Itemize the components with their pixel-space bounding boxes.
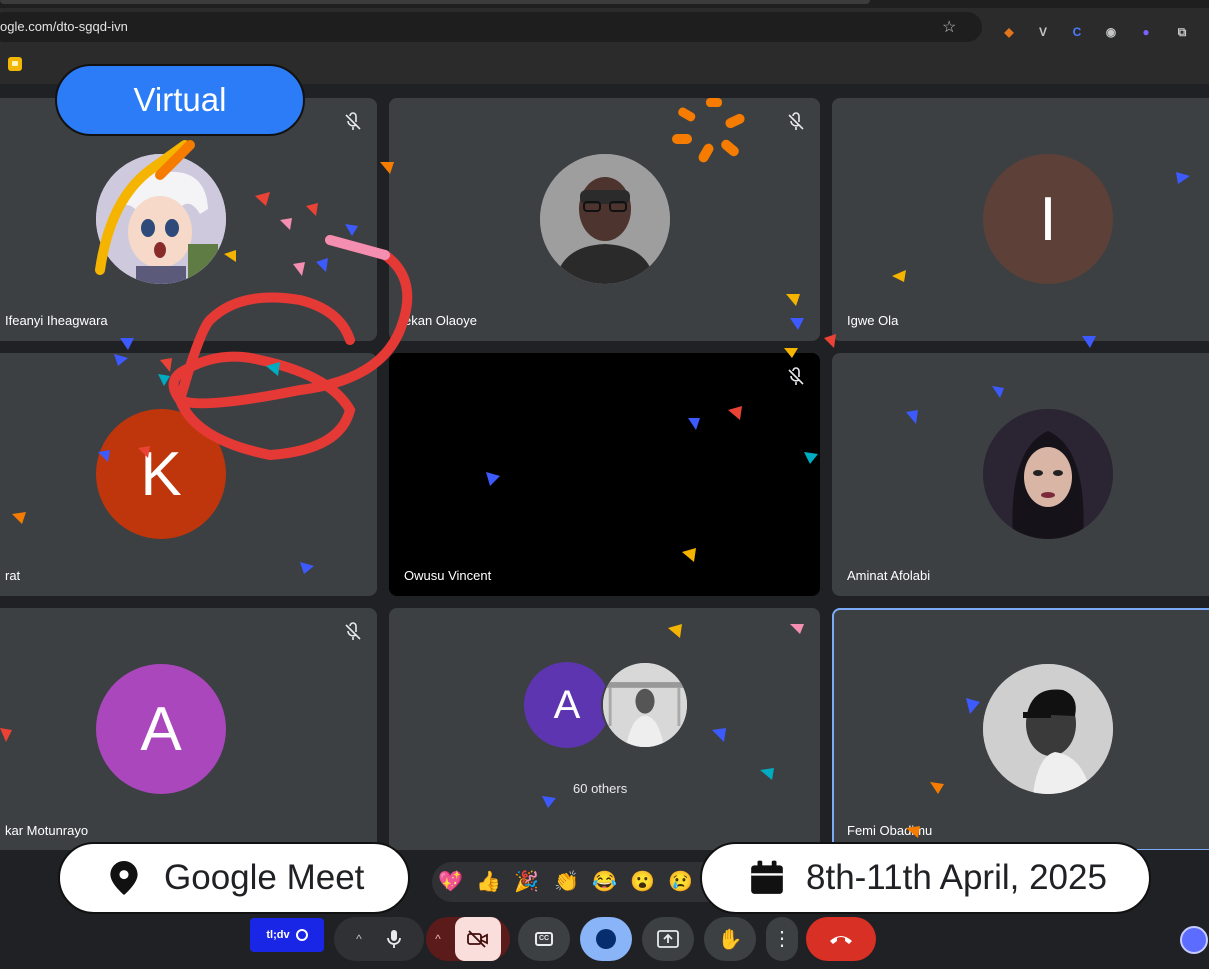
camera-off-icon <box>454 917 501 961</box>
date-label: 8th-11th April, 2025 <box>806 858 1107 897</box>
present-button[interactable] <box>642 917 694 961</box>
more-options-button[interactable]: ⋮ <box>766 917 798 961</box>
emoji-button[interactable] <box>580 917 632 961</box>
calendar-icon <box>751 860 783 894</box>
date-badge: 8th-11th April, 2025 <box>700 842 1151 914</box>
tldv-button[interactable]: tl;dv <box>250 918 324 952</box>
reaction-clap[interactable]: 👏 <box>554 870 579 894</box>
virtual-badge: Virtual <box>55 64 305 136</box>
reaction-laugh[interactable]: 😂 <box>592 870 617 894</box>
leave-call-button[interactable] <box>806 917 876 961</box>
meet-screenshot: ogle.com/dto-sgqd-ivn ☆ ◆ V C ◉ ● ⧉ Ifea… <box>0 0 1209 969</box>
virtual-label: Virtual <box>133 81 227 118</box>
camera-button[interactable]: ^ <box>426 917 510 961</box>
location-pin-icon <box>110 861 138 895</box>
platform-badge: Google Meet <box>58 842 410 914</box>
raise-hand-icon: ✋ <box>717 928 743 951</box>
reaction-party[interactable]: 🎉 <box>514 870 539 894</box>
chevron-up-icon[interactable]: ^ <box>435 932 441 946</box>
emoji-icon <box>596 929 616 949</box>
reaction-surprised[interactable]: 😮 <box>630 870 655 894</box>
mic-icon <box>386 930 401 948</box>
captions-icon: CC <box>535 932 553 946</box>
present-icon <box>657 930 679 948</box>
record-icon <box>295 929 308 941</box>
tldv-label: tl;dv <box>266 929 290 941</box>
reaction-sad[interactable]: 😢 <box>668 870 693 894</box>
captions-button[interactable]: CC <box>518 917 570 961</box>
more-icon: ⋮ <box>772 928 792 950</box>
activities-icon[interactable] <box>1180 926 1208 954</box>
reaction-heart[interactable]: 💖 <box>438 870 463 894</box>
confetti-overlay <box>0 98 1190 838</box>
reaction-thumbs-up[interactable]: 👍 <box>476 870 501 894</box>
chevron-up-icon[interactable]: ^ <box>356 932 362 946</box>
end-call-icon <box>830 936 852 944</box>
platform-label: Google Meet <box>164 858 365 897</box>
mic-button[interactable]: ^ <box>334 917 424 961</box>
raise-hand-button[interactable]: ✋ <box>704 917 756 961</box>
